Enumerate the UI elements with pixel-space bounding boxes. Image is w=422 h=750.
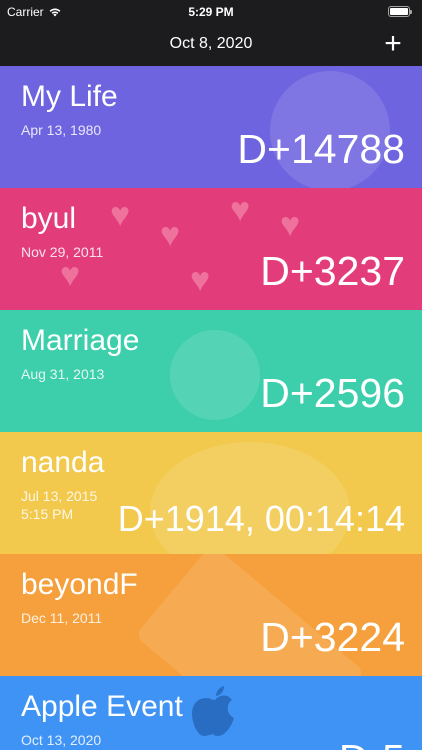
card-day-count: D+3237 [260, 248, 405, 294]
card-day-count: D+3224 [260, 614, 405, 660]
card-date: Aug 31, 2013 [21, 366, 105, 382]
dday-card-nanda[interactable]: nanda Jul 13, 2015 5:15 PM D+1914, 00:14… [0, 432, 422, 554]
card-day-count: D+1914, 00:14:14 [117, 498, 405, 539]
card-title: nanda [21, 446, 105, 479]
card-title: beyondF [21, 568, 138, 601]
dday-card-apple-event[interactable]: Apple Event Oct 13, 2020 D-5 [0, 676, 422, 750]
heart-icon: ♥ [160, 216, 181, 254]
card-title: byul [21, 202, 77, 235]
card-date-day: Jul 13, 2015 [21, 488, 98, 504]
apple-logo-icon [192, 686, 234, 736]
dday-card-marriage[interactable]: Marriage Aug 31, 2013 D+2596 [0, 310, 422, 432]
card-day-count: D+14788 [237, 126, 405, 172]
dday-card-beyondf[interactable]: beyondF Dec 11, 2011 D+3224 [0, 554, 422, 676]
card-date: Jul 13, 2015 5:15 PM [21, 487, 97, 523]
nav-bar: Oct 8, 2020 + [0, 24, 422, 66]
heart-icon: ♥ [60, 256, 81, 294]
card-title: Apple Event [21, 690, 183, 723]
card-date: Apr 13, 1980 [21, 122, 102, 138]
heart-icon: ♥ [230, 191, 251, 229]
card-date: Oct 13, 2020 [21, 732, 102, 748]
photo-overlay [170, 330, 260, 420]
card-day-count: D+2596 [260, 370, 405, 416]
card-date: Dec 11, 2011 [21, 610, 103, 626]
status-time: 5:29 PM [188, 5, 234, 19]
card-day-count: D-5 [339, 736, 405, 750]
card-title: My Life [21, 80, 118, 113]
add-button[interactable]: + [378, 29, 408, 60]
heart-icon: ♥ [280, 206, 301, 244]
status-bar: Carrier 5:29 PM [0, 0, 422, 24]
card-date-time: 5:15 PM [21, 506, 74, 522]
heart-icon: ♥ [190, 261, 211, 299]
dday-card-my-life[interactable]: My Life Apr 13, 1980 D+14788 [0, 66, 422, 188]
card-title: Marriage [21, 324, 140, 357]
heart-icon: ♥ [110, 196, 131, 234]
nav-title: Oct 8, 2020 [169, 35, 253, 52]
dday-card-byul[interactable]: ♥ ♥ ♥ ♥ ♥ ♥ byul Nov 29, 2011 D+3237 [0, 188, 422, 310]
card-date: Nov 29, 2011 [21, 244, 104, 260]
battery-icon [388, 6, 412, 17]
